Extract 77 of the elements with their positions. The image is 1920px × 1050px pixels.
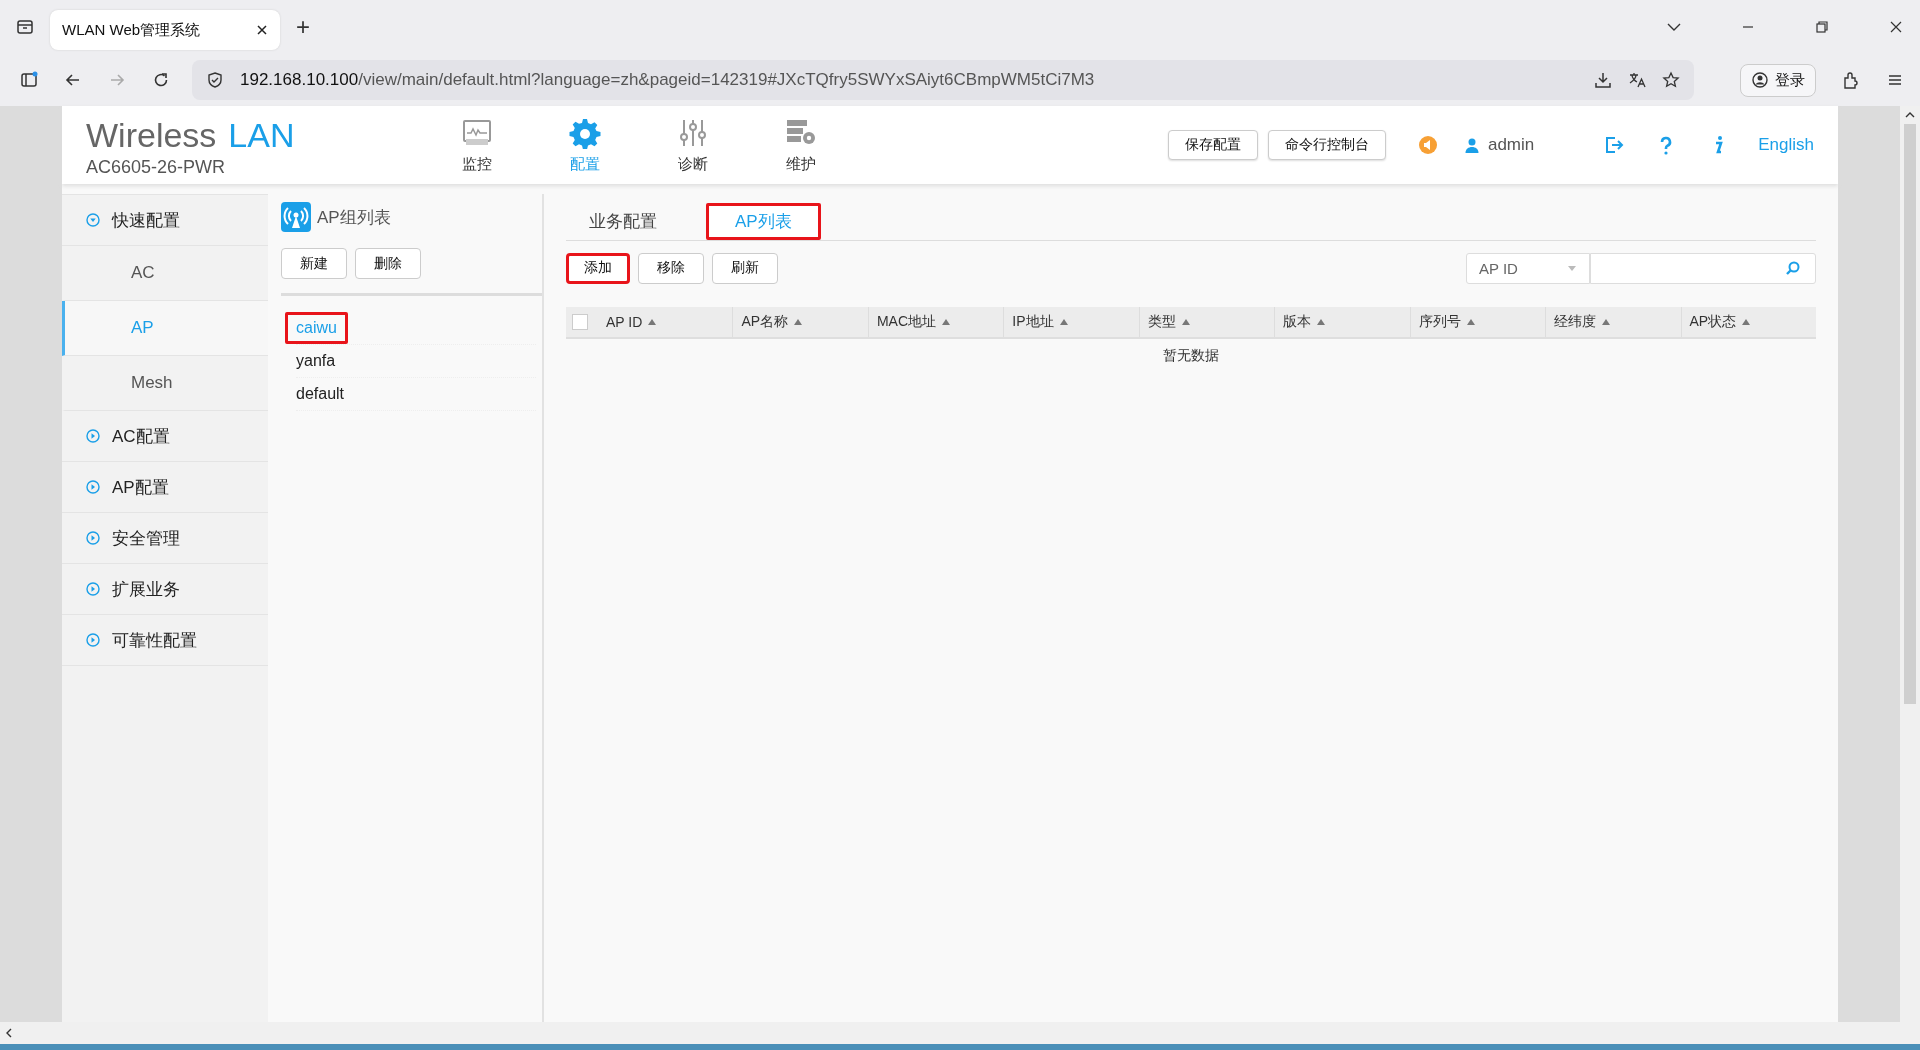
action-button[interactable]: 刷新: [712, 252, 778, 284]
column-header[interactable]: AP ID: [598, 307, 733, 337]
header-button[interactable]: 命令行控制台: [1267, 130, 1386, 160]
search-icon[interactable]: [1785, 260, 1801, 276]
scroll-left-icon[interactable]: [4, 1028, 14, 1038]
action-button[interactable]: 移除: [638, 252, 704, 284]
sort-icon: [1059, 319, 1068, 325]
sidebar-item[interactable]: 扩展业务: [62, 564, 268, 615]
star-icon[interactable]: [1662, 71, 1680, 89]
sort-icon: [1742, 319, 1751, 325]
sort-icon: [794, 319, 803, 325]
sidebar-item[interactable]: 快速配置: [62, 195, 268, 246]
sort-icon: [648, 319, 657, 325]
close-icon[interactable]: [256, 24, 268, 36]
logo-accent-text: LAN: [228, 116, 295, 154]
sidebar-icon[interactable]: [20, 71, 38, 89]
sidebar-item[interactable]: AP配置: [62, 462, 268, 513]
collapsed-icon: [86, 582, 100, 596]
gear-icon: [569, 116, 601, 149]
nav-tab[interactable]: 诊断: [660, 116, 726, 174]
collapsed-icon: [86, 480, 100, 494]
column-header[interactable]: AP状态: [1680, 307, 1816, 337]
nav-tab[interactable]: 维护: [768, 116, 834, 174]
sidebar-item[interactable]: 可靠性配置: [62, 615, 268, 666]
sort-icon: [1317, 319, 1326, 325]
user-icon: [1463, 137, 1480, 153]
column-header[interactable]: 序列号: [1409, 307, 1546, 337]
expanded-icon: [86, 213, 100, 227]
panel-title: AP组列表: [317, 206, 391, 229]
sort-icon: [1466, 319, 1475, 325]
sort-icon: [1181, 319, 1190, 325]
action-button[interactable]: 添加: [566, 252, 630, 284]
logo-text: Wireless: [86, 116, 217, 154]
collapsed-icon: [86, 531, 100, 545]
sort-icon: [942, 319, 950, 325]
column-header[interactable]: 类型: [1138, 307, 1275, 337]
scroll-up-icon[interactable]: [1905, 110, 1915, 120]
reload-icon[interactable]: [152, 71, 170, 89]
address-bar[interactable]: 192.168.10.100/view/main/default.html?language=zh&pageid=142319#JXcTQfry5SWYxSAiyt6CBmpWM5tCi7M3: [192, 60, 1694, 100]
translate-icon[interactable]: [1628, 71, 1646, 89]
column-header[interactable]: AP名称: [732, 307, 868, 337]
search-field[interactable]: [1590, 252, 1816, 284]
collapsed-icon: [86, 633, 100, 647]
group-item[interactable]: yanfa: [285, 345, 347, 377]
panel-button[interactable]: 删除: [355, 248, 421, 279]
nav-tab[interactable]: 监控: [444, 116, 510, 174]
column-header[interactable]: MAC地址: [867, 307, 1004, 337]
caret-icon: [1567, 263, 1577, 273]
antenna-icon: [281, 202, 311, 232]
select-all-checkbox[interactable]: [572, 314, 588, 330]
sidebar-item[interactable]: 安全管理: [62, 513, 268, 564]
filter-dropdown[interactable]: AP ID: [1466, 252, 1590, 284]
sign-in-button[interactable]: 登录: [1740, 63, 1816, 97]
header-button[interactable]: 保存配置: [1167, 130, 1258, 160]
restore-icon[interactable]: [1814, 19, 1830, 35]
shield-icon[interactable]: [206, 71, 224, 89]
logout-icon[interactable]: [1604, 135, 1625, 155]
empty-message: 暂无数据: [1163, 347, 1219, 365]
extensions-icon[interactable]: [1842, 71, 1860, 89]
browser-tab[interactable]: WLAN Web管理系统: [50, 10, 280, 50]
user-icon: [1751, 71, 1769, 89]
collapsed-icon: [86, 429, 100, 443]
download-icon[interactable]: [1594, 71, 1612, 89]
sort-icon: [1602, 319, 1611, 325]
close-icon[interactable]: [1888, 19, 1904, 35]
tab[interactable]: 业务配置: [560, 203, 686, 240]
tab-list-icon[interactable]: [16, 18, 34, 36]
column-header[interactable]: 版本: [1274, 307, 1410, 337]
device-model: AC6605-26-PWR: [86, 157, 227, 178]
group-item[interactable]: default: [285, 378, 356, 410]
sidebar-item[interactable]: Mesh: [62, 356, 268, 411]
sidebar-item[interactable]: AC配置: [62, 411, 268, 462]
column-header[interactable]: 经纬度: [1545, 307, 1681, 337]
user-name[interactable]: admin: [1487, 135, 1535, 155]
column-header[interactable]: IP地址: [1003, 307, 1139, 337]
new-tab-button[interactable]: +: [296, 13, 310, 41]
panel-button[interactable]: 新建: [281, 248, 347, 279]
